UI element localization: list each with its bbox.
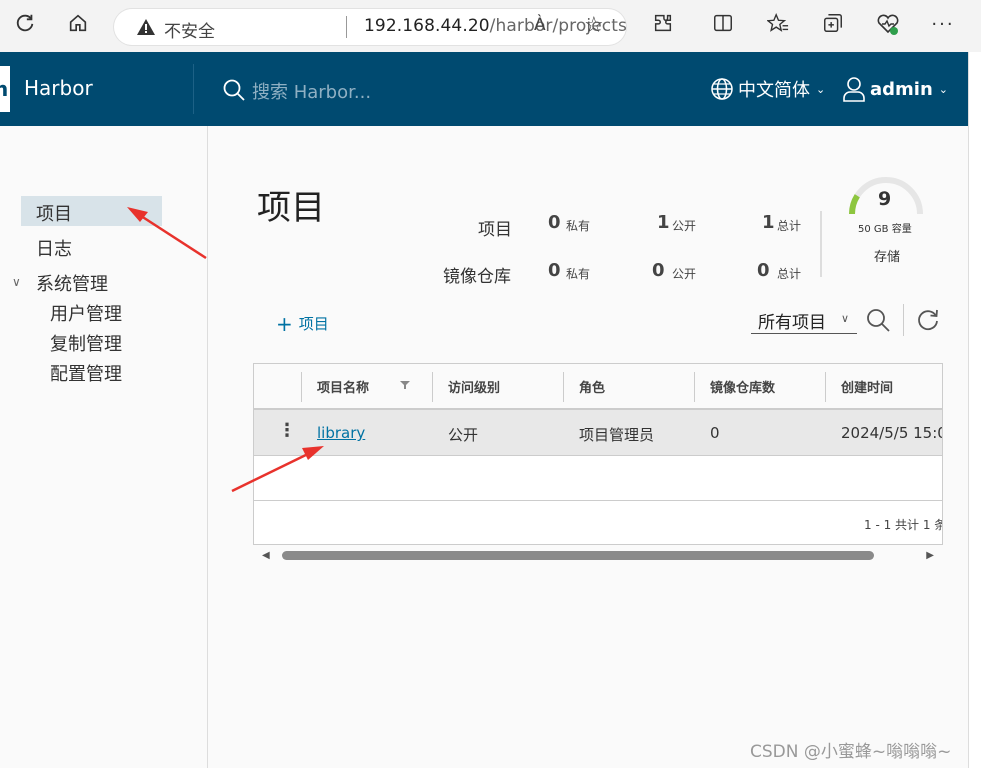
storage-capacity: 50 GB 容量 — [858, 224, 912, 235]
sidebar-item-replication[interactable]: 复制管理 — [50, 330, 122, 356]
sidebar-item-logs[interactable]: 日志 — [36, 235, 72, 261]
home-icon[interactable] — [65, 12, 91, 38]
column-separator — [432, 372, 433, 402]
security-label[interactable]: 不安全 — [164, 17, 215, 42]
user-icon — [843, 77, 865, 102]
favorite-star-icon[interactable]: ☆ — [584, 13, 604, 38]
horizontal-scrollbar[interactable]: ◀ ▶ — [258, 549, 940, 561]
project-role: 项目管理员 — [579, 426, 655, 444]
sidebar-item-projects[interactable]: 项目 — [36, 200, 72, 226]
stat-projects-public: 1 — [657, 212, 670, 233]
split-screen-icon[interactable] — [710, 12, 736, 38]
header-divider — [193, 64, 194, 114]
stat-repos-private: 0 — [548, 260, 561, 281]
language-label: 中文简体 — [738, 80, 810, 101]
refresh-icon[interactable] — [915, 307, 941, 333]
scrollbar-thumb[interactable] — [282, 551, 874, 560]
sidebar-item-system-admin[interactable]: 系统管理 — [36, 270, 108, 296]
sidebar: 项目 日志 ∨ 系统管理 用户管理 复制管理 配置管理 — [0, 126, 208, 768]
add-project-button[interactable]: + 项目 — [276, 313, 329, 334]
favorites-icon[interactable] — [765, 12, 791, 38]
search-icon[interactable] — [222, 78, 246, 102]
chevron-down-icon: ∨ — [840, 312, 849, 325]
column-header-access[interactable]: 访问级别 — [448, 377, 500, 396]
globe-icon — [711, 78, 733, 100]
scroll-left-icon[interactable]: ◀ — [262, 550, 270, 561]
stat-unit-total: 总计 — [777, 267, 802, 281]
harbor-header: n Harbor 搜索 Harbor... 中文简体 ⌄ admin ⌄ — [0, 52, 968, 126]
url-path: /harbor/projects — [489, 16, 627, 36]
chevron-down-icon: ⌄ — [938, 82, 948, 96]
harbor-logo-icon[interactable]: n — [0, 66, 10, 112]
sidebar-item-users[interactable]: 用户管理 — [50, 300, 122, 326]
scroll-right-icon[interactable]: ▶ — [926, 550, 934, 561]
read-aloud-icon[interactable]: À — [534, 15, 546, 35]
project-repo-count: 0 — [710, 424, 720, 442]
more-menu-icon[interactable]: ··· — [930, 12, 956, 38]
column-header-repo-count[interactable]: 镜像仓库数 — [710, 377, 775, 396]
gauge-fill — [849, 194, 860, 215]
project-name-link[interactable]: library — [317, 424, 365, 442]
column-separator — [694, 372, 695, 402]
column-header-name[interactable]: 项目名称 — [317, 377, 369, 396]
column-header-role[interactable]: 角色 — [579, 377, 605, 396]
watermark: CSDN @小蜜蜂~嗡嗡嗡~ — [750, 742, 952, 762]
project-created: 2024/5/5 15:0 — [841, 424, 943, 442]
sidebar-item-configuration[interactable]: 配置管理 — [50, 360, 122, 386]
storage-value: 9 — [878, 188, 892, 210]
stat-unit-private: 私有 — [566, 219, 591, 233]
stats-divider — [820, 211, 822, 277]
address-separator — [346, 16, 347, 38]
user-menu[interactable]: admin ⌄ — [842, 76, 948, 102]
stat-repos-label: 镜像仓库 — [443, 267, 511, 287]
table-row[interactable]: ⋮ library 公开 项目管理员 0 2024/5/5 15:0 — [254, 410, 943, 456]
username-label: admin — [870, 78, 933, 100]
chevron-down-icon[interactable]: ∨ — [12, 275, 21, 289]
pagination-summary: 1 - 1 共计 1 条 — [864, 518, 943, 532]
stat-projects-total: 1 — [762, 212, 775, 233]
column-separator — [563, 372, 564, 402]
chevron-down-icon: ⌄ — [816, 82, 826, 96]
stat-repos-total: 0 — [757, 260, 770, 281]
address-bar[interactable]: 不安全 192.168.44.20/harbor/projects À ☆ — [114, 9, 627, 45]
stat-unit-private: 私有 — [566, 267, 591, 281]
column-separator — [301, 372, 302, 402]
storage-label: 存储 — [874, 250, 901, 265]
project-filter-value: 所有项目 — [758, 313, 826, 333]
project-filter-select[interactable]: 所有项目 ∨ — [751, 306, 857, 334]
stat-unit-public: 公开 — [672, 219, 697, 233]
projects-table: 项目名称 访问级别 角色 镜像仓库数 创建时间 ⋮ library 公开 项目管… — [253, 363, 943, 545]
stat-unit-public: 公开 — [672, 267, 697, 281]
stat-unit-total: 总计 — [777, 219, 802, 233]
plus-icon: + — [276, 311, 293, 336]
collections-icon[interactable] — [820, 12, 846, 38]
brand-title[interactable]: Harbor — [24, 76, 93, 100]
page-title: 项目 — [257, 188, 325, 228]
url-host: 192.168.44.20 — [364, 16, 490, 36]
row-actions-icon[interactable]: ⋮ — [278, 422, 296, 440]
filter-icon[interactable] — [400, 380, 410, 390]
add-project-label: 项目 — [298, 315, 329, 333]
page-right-edge — [968, 52, 981, 768]
column-header-created[interactable]: 创建时间 — [841, 377, 893, 396]
global-search-input[interactable]: 搜索 Harbor... — [252, 78, 371, 104]
toolbar-divider — [903, 304, 904, 336]
stat-projects-private: 0 — [548, 212, 561, 233]
table-header: 项目名称 访问级别 角色 镜像仓库数 创建时间 — [254, 364, 942, 410]
search-icon[interactable] — [865, 307, 891, 333]
browser-toolbar: 不安全 192.168.44.20/harbor/projects À ☆ ·… — [0, 0, 981, 52]
table-footer: 1 - 1 共计 1 条 — [254, 500, 943, 544]
project-access: 公开 — [448, 426, 479, 444]
stat-projects-label: 项目 — [478, 220, 512, 240]
extensions-icon[interactable] — [650, 12, 676, 38]
language-selector[interactable]: 中文简体 ⌄ — [710, 76, 825, 102]
warning-icon — [137, 19, 155, 35]
browser-essentials-icon[interactable] — [875, 12, 901, 38]
column-separator — [825, 372, 826, 402]
reload-icon[interactable] — [12, 12, 38, 38]
stat-repos-public: 0 — [652, 260, 665, 281]
